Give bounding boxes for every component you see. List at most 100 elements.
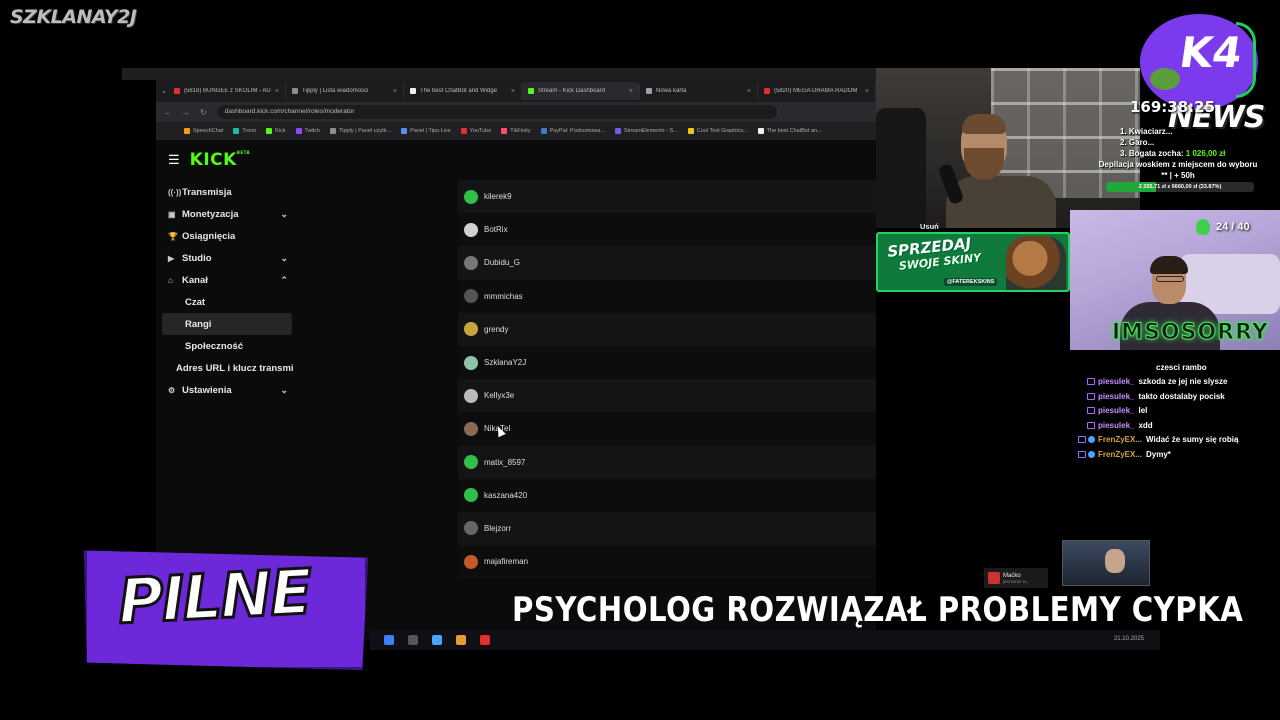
chat-message: FrenZyEX... Dymy*: [1076, 447, 1280, 462]
sidebar-subitem[interactable]: Społeczność: [162, 335, 292, 357]
browser-tab[interactable]: The best ChatBot and Widge ×: [404, 82, 522, 100]
bookmark-item[interactable]: The best ChatBot an...: [757, 128, 822, 134]
back-icon[interactable]: ←: [164, 108, 172, 117]
sidebar-subitem[interactable]: Rangi: [162, 313, 292, 335]
moderator-row: BlejzorrUsuń: [458, 511, 876, 546]
chat-username[interactable]: piesulek_: [1098, 377, 1134, 386]
tab-close-icon[interactable]: ×: [393, 88, 397, 95]
url-field[interactable]: dashboard.kick.com/channel/roles/moderat…: [216, 105, 777, 119]
capture-top-strip: [122, 68, 1002, 80]
avatar: [464, 289, 478, 304]
sidebar-item-osiągnięcia[interactable]: 🏆 Osiągnięcia: [162, 225, 292, 247]
moderator-name[interactable]: majafireman: [484, 557, 528, 566]
kick-header: ☰ KICKBETA: [168, 150, 250, 170]
moderator-name[interactable]: matix_8597: [484, 458, 525, 467]
tab-close-icon[interactable]: ×: [275, 88, 279, 95]
reload-icon[interactable]: ↻: [200, 108, 207, 117]
moderator-row: Kellyx3eUsuń: [458, 379, 876, 413]
skins-ad-banner: SPRZEDAJ SWOJE SKINY @FATEREKSKINS: [876, 232, 1070, 292]
moderator-name[interactable]: grendy: [484, 325, 508, 334]
moderator-name[interactable]: SzklanaY2J: [484, 358, 526, 367]
moderator-row: BotRix: [458, 213, 876, 247]
taskbar-app-icon[interactable]: [480, 635, 490, 645]
moderator-row: matix_8597Usuń: [458, 445, 876, 479]
bookmark-item[interactable]: Twitch: [295, 128, 320, 134]
moderator-name[interactable]: Dubidu_G: [484, 258, 520, 267]
sidebar-item-icon: ⌂: [168, 275, 173, 285]
sidebar-item-kanał[interactable]: ⌂ Kanał ⌃: [162, 269, 292, 291]
chat-text: lel: [1138, 406, 1148, 416]
bookmark-favicon-icon: [295, 128, 302, 134]
chat-username[interactable]: piesulek_: [1098, 406, 1134, 415]
chat-text: szkoda ze jej nie slysze: [1138, 377, 1228, 387]
sidebar-item-ustawienia[interactable]: ⚙ Ustawienia ⌄: [162, 379, 292, 401]
bookmark-item[interactable]: Cool Text Graphics...: [687, 128, 748, 134]
moderator-name[interactable]: Blejzorr: [484, 524, 511, 533]
browser-tab[interactable]: Nowa karta ×: [640, 82, 758, 100]
sidebar-subitem[interactable]: Adres URL i klucz transmisji: [162, 357, 294, 379]
sidebar-item-transmisja[interactable]: ((·)) Transmisja: [162, 181, 292, 203]
forward-icon[interactable]: →: [182, 108, 190, 117]
start-icon[interactable]: [384, 635, 394, 645]
moderator-name[interactable]: BotRix: [484, 225, 508, 234]
small-webcam: [1062, 540, 1150, 586]
k4-logo: K4: [1176, 28, 1246, 77]
moderator-name[interactable]: kilerek9: [484, 192, 512, 201]
browser-tab[interactable]: Stream - Kick Dashboard ×: [522, 82, 640, 100]
tab-close-icon[interactable]: ×: [629, 88, 633, 95]
dog-mascot-image: [1006, 236, 1066, 290]
kick-logo[interactable]: KICKBETA: [190, 150, 250, 170]
moderator-name[interactable]: mmmichas: [484, 292, 523, 301]
browser-tab[interactable]: Tipply | Lista wiadomości ×: [286, 82, 404, 100]
tab-close-icon[interactable]: ×: [747, 88, 751, 95]
chat-username[interactable]: FrenZyEX...: [1098, 450, 1142, 459]
chat-username[interactable]: FrenZyEX...: [1098, 435, 1142, 444]
chat-message: piesulek_ szkoda ze jej nie slysze: [1076, 375, 1280, 390]
taskbar-app-icon[interactable]: [408, 635, 418, 645]
moderator-name[interactable]: kaszana420: [484, 491, 527, 500]
bookmark-item[interactable]: Kick: [266, 128, 286, 134]
moderator-row: kilerek9: [458, 180, 876, 214]
sidebar-subitem[interactable]: Czat: [162, 291, 292, 313]
bookmark-item[interactable]: Trovo: [233, 128, 256, 134]
address-bar: ← → ↻ dashboard.kick.com/channel/roles/m…: [156, 102, 876, 122]
chat-username[interactable]: piesulek_: [1098, 421, 1134, 430]
chat-message: piesulek_ xdd: [1076, 418, 1280, 433]
bookmark-item[interactable]: PayPal: Podsumowa...: [540, 128, 605, 134]
bookmark-favicon-icon: [266, 128, 273, 134]
tab-favicon-icon: [292, 88, 298, 94]
bookmark-favicon-icon: [460, 128, 467, 134]
moderator-row: majafiremanUsuń: [458, 545, 876, 579]
tab-close-icon[interactable]: ×: [511, 88, 515, 95]
sub-badge-icon: [1078, 450, 1086, 458]
menu-icon[interactable]: ☰: [168, 152, 180, 168]
donation-goals: 1. Kwiaciarz... 2. Garo... 3. Bogata zoc…: [1098, 127, 1258, 180]
tab-favicon-icon: [764, 88, 770, 94]
taskbar-app-icon[interactable]: [456, 635, 466, 645]
bookmark-item[interactable]: YouTube: [460, 128, 491, 134]
bookmark-item[interactable]: Panel | Tipo.Live: [401, 128, 451, 134]
taskbar-app-icon[interactable]: [432, 635, 442, 645]
browser-tab[interactable]: (5818) BUNGEE z SKOLIM - AU ×: [168, 82, 286, 100]
notification-toast[interactable]: Maćko jest teraz w...: [984, 568, 1048, 588]
bookmark-item[interactable]: StreamElements - S...: [614, 128, 678, 134]
tab-favicon-icon: [528, 88, 534, 94]
sidebar-item-icon: ⚙: [168, 385, 176, 395]
tab-list-chevron-icon[interactable]: ⌄: [160, 87, 168, 95]
chat-overlay: czesci rambo piesulek_ szkoda ze jej nie s…: [1076, 360, 1280, 462]
sidebar-item-label: Kanał: [182, 274, 208, 286]
bookmark-item[interactable]: TikFinity: [501, 128, 531, 134]
skull-icon: [1196, 219, 1210, 235]
browser-tab[interactable]: (5820) MEGA DRAMA RADOM ×: [758, 82, 876, 100]
moderator-name[interactable]: Kellyx3e: [484, 391, 514, 400]
bookmark-item[interactable]: Tipply | Panel użytk...: [330, 128, 391, 134]
sidebar-item-icon: ((·)): [168, 187, 182, 197]
tab-close-icon[interactable]: ×: [865, 88, 869, 95]
pilne-label: PILNE: [115, 554, 314, 640]
chat-username[interactable]: piesulek_: [1098, 392, 1134, 401]
sidebar-item-label: Ustawienia: [182, 384, 232, 396]
sidebar-subitem-label: Społeczność: [185, 340, 244, 352]
bookmark-item[interactable]: SpeechChat: [184, 128, 223, 134]
sidebar-item-studio[interactable]: ▶ Studio ⌄: [162, 247, 292, 269]
sidebar-item-monetyzacja[interactable]: ▣ Monetyzacja ⌄: [162, 203, 292, 225]
